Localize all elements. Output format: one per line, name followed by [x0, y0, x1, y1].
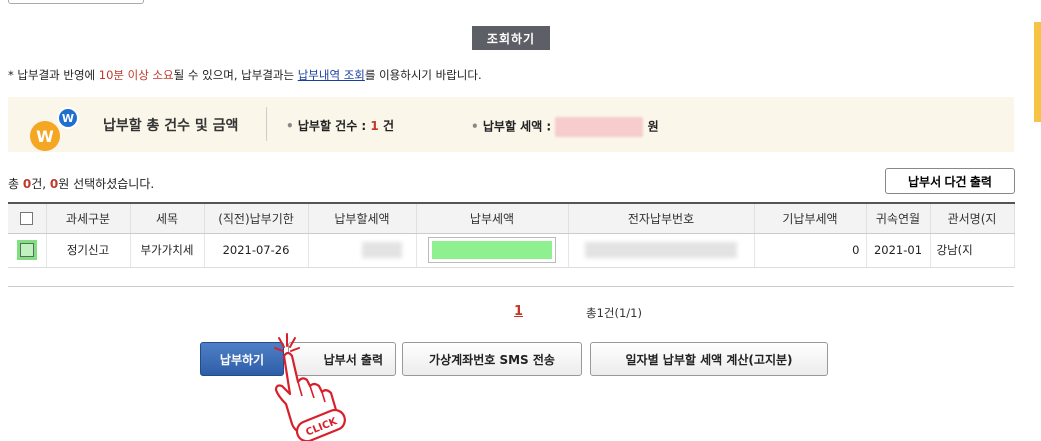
- page-link-1[interactable]: 1: [514, 304, 523, 319]
- count-label: 납부할 건수 :: [297, 119, 371, 133]
- top-partial-input[interactable]: [8, 0, 144, 4]
- summary-amount: • 납부할 세액 : 원: [471, 117, 659, 137]
- payment-summary-box: W W 납부할 총 건수 및 금액 • 납부할 건수 : 1 건 • 납부할 세…: [8, 97, 1014, 152]
- page-total: 총1건(1/1): [586, 306, 642, 320]
- amount-unit: 원: [647, 119, 659, 134]
- notice-middle: 될 수 있으며, 납부결과는: [173, 68, 298, 82]
- selection-prefix: 총: [8, 177, 23, 191]
- selection-count: 0: [22, 177, 32, 191]
- payment-notice: * 납부결과 반영에 10분 이상 소요될 수 있으며, 납부결과는 납부내역 …: [8, 67, 482, 83]
- selection-amount: 0: [49, 177, 59, 191]
- select-all-checkbox[interactable]: [20, 212, 34, 226]
- count-unit: 건: [382, 119, 394, 133]
- notice-prefix: * 납부결과 반영에: [8, 68, 99, 82]
- query-button[interactable]: 조회하기: [472, 26, 550, 50]
- header-tax-item: 세목: [130, 202, 205, 234]
- cell-due-date: 2021-07-26: [204, 233, 309, 268]
- amount-value-redacted: [555, 117, 644, 137]
- cell-period: 2021-01: [866, 233, 931, 268]
- cell-prepaid-amount: 0: [754, 233, 867, 268]
- e-payment-number-redacted: [585, 242, 737, 258]
- payable-amount-redacted: [361, 242, 402, 258]
- payment-amount-input[interactable]: [428, 237, 556, 263]
- notice-suffix: 를 이용하시기 바랍니다.: [364, 68, 482, 82]
- side-banner-strip: [1034, 22, 1041, 122]
- click-hand-icon: CLICK: [274, 333, 346, 441]
- cell-payment-amount: [416, 233, 569, 268]
- header-e-payment-number: 전자납부번호: [568, 202, 755, 234]
- header-payment-amount: 납부세액: [416, 202, 569, 234]
- header-payable-amount: 납부할세액: [308, 202, 417, 234]
- table-header-row: 과세구분 세목 (직전)납부기한 납부할세액 납부세액 전자납부번호 기납부세액…: [8, 202, 1015, 234]
- summary-title: 납부할 총 건수 및 금액: [103, 118, 239, 134]
- row-select-cell[interactable]: [8, 233, 47, 268]
- header-due-date: (직전)납부기한: [204, 202, 309, 234]
- cell-e-payment-number: [568, 233, 755, 268]
- header-period: 귀속연월: [866, 202, 931, 234]
- header-tax-category: 과세구분: [46, 202, 131, 234]
- multi-print-button[interactable]: 납부서 다건 출력: [885, 168, 1015, 194]
- cell-tax-item: 부가가치세: [130, 233, 205, 268]
- count-value: 1: [370, 119, 379, 133]
- tax-list-table: 과세구분 세목 (직전)납부기한 납부할세액 납부세액 전자납부번호 기납부세액…: [8, 202, 1015, 268]
- cell-tax-category: 정기신고: [46, 233, 131, 268]
- w-logo-icon: W: [30, 121, 60, 151]
- sms-send-button[interactable]: 가상계좌번호 SMS 전송: [402, 342, 582, 376]
- row-checkbox[interactable]: [16, 240, 37, 260]
- notice-highlight: 10분 이상 소요: [98, 68, 174, 82]
- summary-divider: [266, 107, 267, 141]
- daily-tax-calc-button[interactable]: 일자별 납부할 세액 계산(고지분): [590, 342, 828, 376]
- w-badge-icon: W: [57, 107, 79, 129]
- header-prepaid-amount: 기납부세액: [754, 202, 867, 234]
- select-all-cell[interactable]: [8, 202, 47, 234]
- cell-office: 강남(지: [930, 233, 1015, 268]
- selection-middle: 건,: [31, 177, 50, 191]
- amount-label: 납부할 세액 :: [482, 119, 556, 134]
- summary-count: • 납부할 건수 : 1 건: [286, 119, 394, 133]
- payment-history-link[interactable]: 납부내역 조회: [298, 68, 365, 82]
- table-row: 정기신고 부가가치세 2021-07-26 0 2021-01 강남(지: [8, 233, 1015, 268]
- pagination-divider: [8, 286, 1014, 287]
- selection-suffix: 원 선택하셨습니다.: [58, 177, 155, 191]
- cell-payable-amount: [308, 233, 417, 268]
- selection-info: 총 0건, 0원 선택하셨습니다.: [8, 175, 154, 192]
- header-office: 관서명(지: [930, 202, 1015, 234]
